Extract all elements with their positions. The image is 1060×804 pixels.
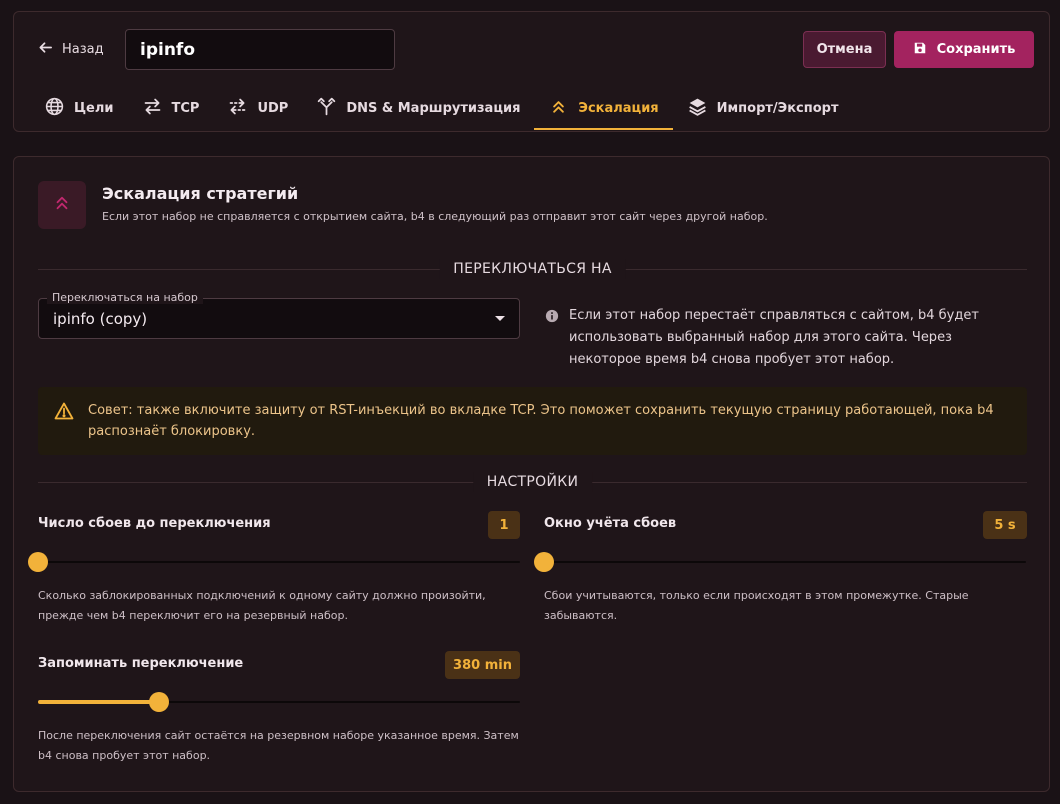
escalation-badge [38, 181, 86, 229]
window-value: 5 s [983, 511, 1027, 539]
back-label: Назад [62, 41, 104, 57]
window-help: Сбои учитываются, только если происходят… [544, 589, 969, 622]
floppy-disk-icon [913, 41, 927, 59]
dashed-swap-icon [227, 96, 248, 121]
globe-icon [44, 96, 65, 121]
layers-icon [687, 96, 708, 121]
failures-slider[interactable] [28, 552, 520, 572]
tab-label: UDP [257, 100, 289, 116]
tip-alert: Совет: также включите защиту от RST-инъе… [38, 387, 1027, 455]
tab-udp[interactable]: UDP [213, 86, 302, 130]
back-button[interactable]: Назад [38, 39, 104, 59]
select-value: ipinfo (copy) [53, 310, 148, 328]
info-text: Если этот набор перестаёт справляться с … [569, 308, 979, 367]
tab-label: TCP [171, 100, 200, 116]
switch-divider: ПЕРЕКЛЮЧАТЬСЯ НА [38, 259, 1027, 279]
divider-label: НАСТРОЙКИ [472, 472, 593, 492]
window-slider[interactable] [534, 552, 1026, 572]
fork-icon [316, 96, 337, 121]
tab-tcp[interactable]: TCP [128, 86, 214, 130]
slider-rail [544, 561, 1026, 563]
tip-text: Совет: также включите защиту от RST-инъе… [88, 403, 994, 439]
swap-arrows-icon [142, 96, 163, 121]
caret-down-icon [495, 316, 505, 321]
failures-label: Число сбоев до переключения [38, 516, 271, 531]
tab-escalation[interactable]: Эскалация [534, 86, 673, 130]
info-icon [545, 305, 559, 371]
double-chevron-up-icon [53, 194, 71, 216]
cancel-button[interactable]: Отмена [803, 31, 886, 68]
section-title: Эскалация стратегий [102, 184, 299, 203]
double-chevron-up-icon [548, 96, 569, 121]
escalation-panel: Эскалация стратегий Если этот набор не с… [13, 156, 1050, 792]
failures-help: Сколько заблокированных подключений к од… [38, 589, 486, 622]
failures-value: 1 [488, 511, 520, 539]
remember-value: 380 min [445, 651, 520, 679]
fallback-set-select[interactable]: Переключаться на набор ipinfo (copy) [38, 291, 520, 339]
tab-label: DNS & Маршрутизация [346, 100, 521, 116]
slider-thumb[interactable] [148, 692, 169, 712]
tab-import-export[interactable]: Импорт/Экспорт [673, 86, 853, 130]
header-panel: Назад Отмена Сохранить Цели TCP UDP [13, 11, 1050, 132]
tab-label: Эскалация [578, 100, 659, 116]
tab-dns-routing[interactable]: DNS & Маршрутизация [302, 86, 534, 130]
slider-thumb[interactable] [28, 552, 48, 572]
tab-bar: Цели TCP UDP DNS & Маршрутизация Эскалац… [30, 86, 853, 130]
section-description: Если этот набор не справляется с открыти… [102, 210, 768, 223]
select-label: Переключаться на набор [47, 291, 203, 304]
tab-label: Импорт/Экспорт [716, 100, 839, 116]
save-button[interactable]: Сохранить [894, 31, 1034, 68]
switch-info: Если этот набор перестаёт справляться с … [545, 305, 1025, 371]
tab-targets[interactable]: Цели [30, 86, 128, 130]
window-label: Окно учёта сбоев [544, 516, 677, 531]
remember-slider[interactable] [38, 692, 520, 712]
divider-label: ПЕРЕКЛЮЧАТЬСЯ НА [439, 259, 626, 279]
slider-rail [38, 561, 520, 563]
remember-help: После переключения сайт остаётся на резе… [38, 729, 519, 762]
settings-divider: НАСТРОЙКИ [38, 472, 1027, 492]
warning-icon [54, 400, 74, 424]
set-name-input[interactable] [125, 29, 395, 70]
save-label: Сохранить [936, 42, 1016, 57]
slider-fill [38, 700, 159, 704]
slider-thumb[interactable] [534, 552, 554, 572]
tab-label: Цели [74, 100, 114, 116]
arrow-left-icon [38, 40, 53, 59]
remember-label: Запоминать переключение [38, 656, 244, 671]
